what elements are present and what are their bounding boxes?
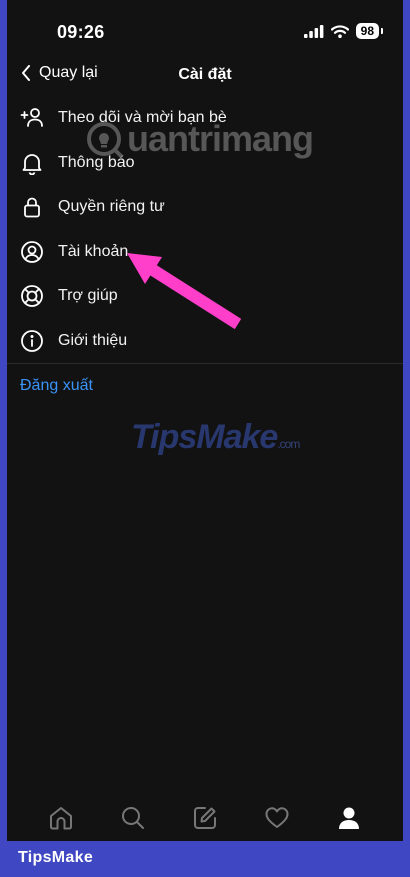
footer-brand: TipsMake [18, 849, 94, 866]
annotation-arrow [127, 253, 242, 330]
watermark-suffix: .com [277, 437, 300, 451]
tipsmake-watermark: TipsMake.com [131, 418, 300, 457]
compose-icon [194, 807, 216, 829]
bottom-tab-bar [7, 795, 403, 841]
home-icon [50, 807, 72, 830]
app-screen: 09:26 98 Quay lại Cài đặt Theo dõi và mờ… [7, 0, 403, 841]
tab-home[interactable] [46, 803, 76, 833]
tab-compose[interactable] [190, 803, 220, 833]
profile-icon [339, 807, 359, 829]
heart-icon [265, 807, 289, 828]
tab-activity[interactable] [262, 803, 292, 833]
watermark-text: TipsMake [131, 418, 278, 456]
tab-search[interactable] [118, 803, 148, 833]
tab-profile[interactable] [334, 803, 364, 833]
search-icon [122, 807, 144, 829]
